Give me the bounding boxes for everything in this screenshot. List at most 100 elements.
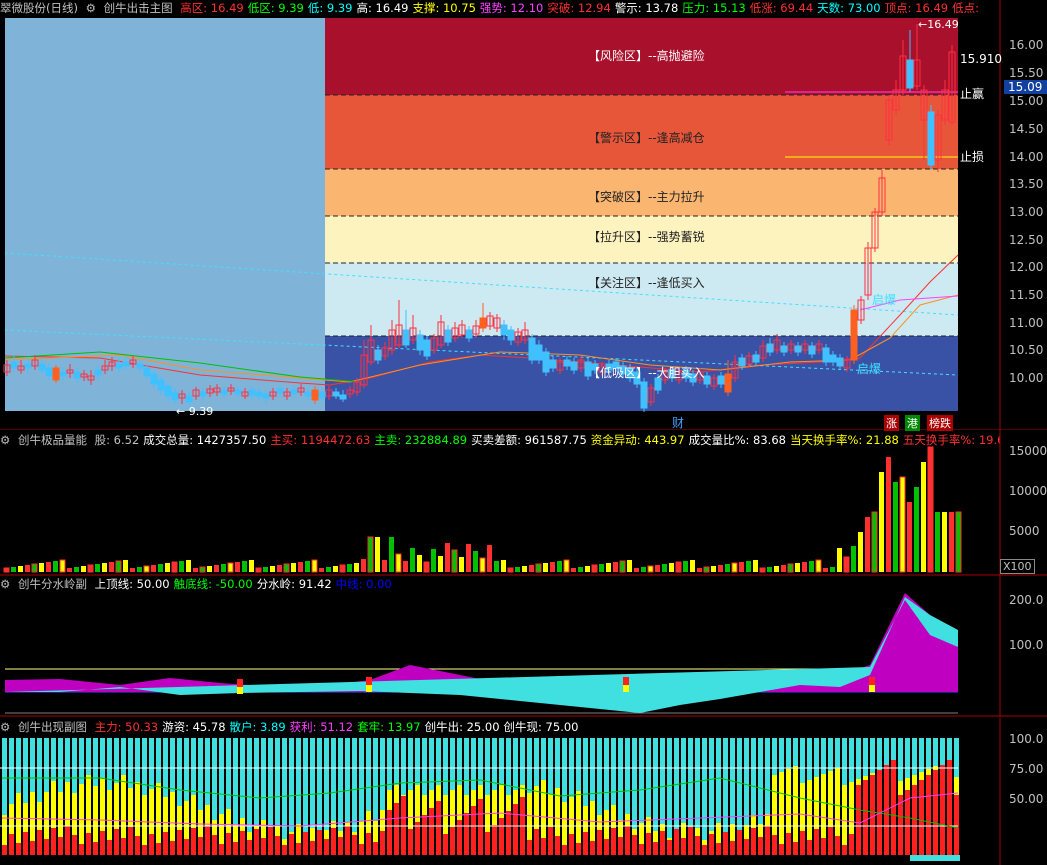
cx-bar-red-80 [562, 845, 567, 855]
vol-bar-4 [31, 563, 38, 573]
vol-bar-36 [255, 567, 262, 573]
cx-bar-red-27 [191, 828, 196, 855]
vol-bar-26 [186, 560, 191, 572]
vol-bar-102 [718, 565, 723, 572]
cx-bar-red-54 [380, 831, 385, 855]
vol-bar-103 [725, 564, 730, 572]
cx-bar-red-65 [457, 820, 462, 855]
appearance-chart[interactable] [0, 718, 1047, 865]
cx-bar-red-122 [856, 785, 861, 855]
vol-bar-74 [522, 566, 527, 572]
candle-body-105 [738, 357, 746, 367]
main-tick-10: 11.00 [1009, 316, 1044, 330]
cx-bar-red-32 [226, 833, 231, 855]
vol-bar-44 [311, 559, 318, 573]
cx-bar-red-136 [954, 795, 959, 855]
cx-bar-red-28 [198, 837, 203, 855]
cx-bar-red-53 [373, 842, 378, 855]
candle-body-5 [38, 363, 46, 371]
vol-bar-120 [843, 556, 850, 573]
cx-bar-red-56 [394, 803, 399, 855]
watershed-chart[interactable] [0, 575, 1047, 717]
vol-bar-82 [578, 567, 583, 572]
candle-body-76 [535, 344, 543, 361]
zone-label-lowbuy: 【低吸区】--大胆买入 [588, 366, 705, 380]
vol-bar-50 [354, 563, 359, 572]
cx-bar-red-46 [324, 839, 329, 855]
vol-bar-88 [619, 560, 626, 573]
candle-body-20 [143, 367, 151, 377]
vol-bar-35 [249, 560, 254, 572]
cx-bar-red-62 [436, 801, 441, 855]
cx-bar-cyan-95 [667, 738, 672, 855]
cx-bar-red-13 [93, 842, 98, 855]
vol-bar-66 [466, 544, 471, 572]
main-y-axis: 16.00 15.50 15.00 14.50 14.00 13.50 13.00 12.50… [1001, 0, 1047, 430]
vol-bar-116 [815, 559, 822, 573]
cx-bar-red-70 [492, 825, 497, 855]
cx-bar-red-117 [821, 838, 826, 855]
signal-red-2 [623, 677, 629, 685]
main-price-chart[interactable] [0, 0, 1047, 430]
cx-bar-red-131 [919, 780, 924, 855]
vol-bar-128 [899, 476, 906, 573]
zone-label-warning: 【警示区】--逢高减仓 [588, 131, 705, 145]
vol-bar-104 [731, 562, 738, 573]
candle-body-13 [94, 369, 102, 376]
vol-bar-63 [445, 543, 450, 572]
candle-body-3 [24, 363, 32, 369]
cx-bar-red-35 [247, 840, 252, 855]
candle-body-102 [717, 375, 725, 385]
cx-bar-red-132 [926, 775, 931, 855]
cx-bar-red-135 [947, 760, 952, 855]
vol-bar-83 [585, 566, 590, 572]
stop-loss-label: 止损 [960, 150, 985, 164]
vol-bar-72 [507, 567, 514, 573]
cx-bar-red-72 [506, 811, 511, 855]
cx-bar-red-49 [345, 826, 350, 855]
main-tick-1: 15.50 [1009, 66, 1044, 80]
water-tick-1: 100.0 [1009, 638, 1044, 652]
tag-rise[interactable]: 涨 [884, 415, 899, 431]
cx-bar-red-18 [128, 827, 133, 855]
vol-bar-59 [417, 555, 422, 572]
vol-bar-11 [81, 566, 86, 572]
vol-bar-96 [675, 561, 682, 573]
volume-chart[interactable] [0, 430, 1047, 576]
cx-bar-red-24 [170, 841, 175, 855]
candle-body-100 [703, 375, 711, 385]
vol-bar-0 [3, 567, 10, 573]
candle-body-68 [479, 317, 487, 329]
cx-bar-red-73 [513, 804, 518, 855]
vol-bar-118 [830, 567, 835, 572]
tag-list[interactable]: 榜跌 [927, 415, 953, 431]
candle-body-36 [255, 391, 263, 397]
cx-bar-red-52 [366, 833, 371, 855]
finance-marker[interactable]: 财 [672, 414, 684, 431]
vol-bar-68 [479, 557, 486, 573]
main-tick-6: 13.00 [1009, 205, 1044, 219]
cx-bar-red-9 [65, 826, 70, 855]
cx-bar-red-33 [233, 842, 238, 855]
vol-bar-16 [115, 560, 122, 573]
vol-bar-27 [193, 568, 198, 572]
cx-bar-red-103 [723, 832, 728, 855]
vol-bar-76 [535, 563, 542, 573]
vol-bar-43 [305, 561, 310, 572]
signal-yellow-2 [623, 685, 629, 692]
vol-bar-32 [227, 562, 234, 573]
cx-bar-red-34 [240, 831, 245, 855]
cx-bar-red-119 [835, 836, 840, 855]
vol-bar-17 [123, 560, 128, 572]
cx-bar-red-78 [548, 827, 553, 855]
vol-bar-8 [59, 559, 66, 573]
vol-bar-135 [949, 512, 954, 572]
candle-body-44 [311, 389, 319, 401]
zone-label-risk: 【风险区】--高抛避险 [588, 49, 705, 63]
tag-hk[interactable]: 港 [905, 415, 920, 431]
vol-bar-33 [235, 562, 240, 572]
cx-bar-red-97 [681, 838, 686, 855]
vol-bar-112 [787, 563, 794, 573]
cx-bar-red-58 [408, 829, 413, 855]
vol-bar-55 [389, 537, 394, 572]
